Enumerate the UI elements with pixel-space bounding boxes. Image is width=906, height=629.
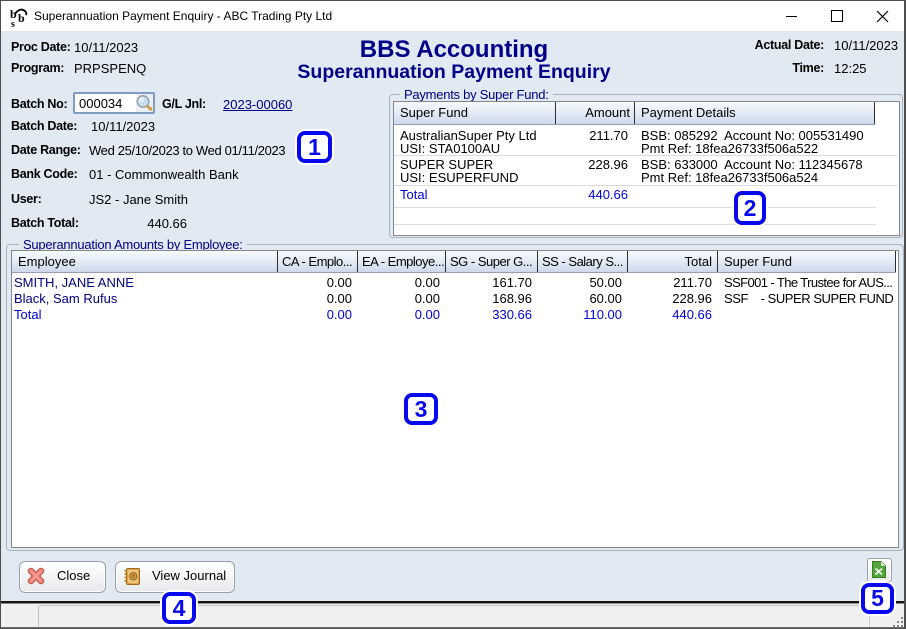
svg-text:b: b bbox=[18, 11, 25, 25]
svg-text:s: s bbox=[11, 19, 15, 28]
